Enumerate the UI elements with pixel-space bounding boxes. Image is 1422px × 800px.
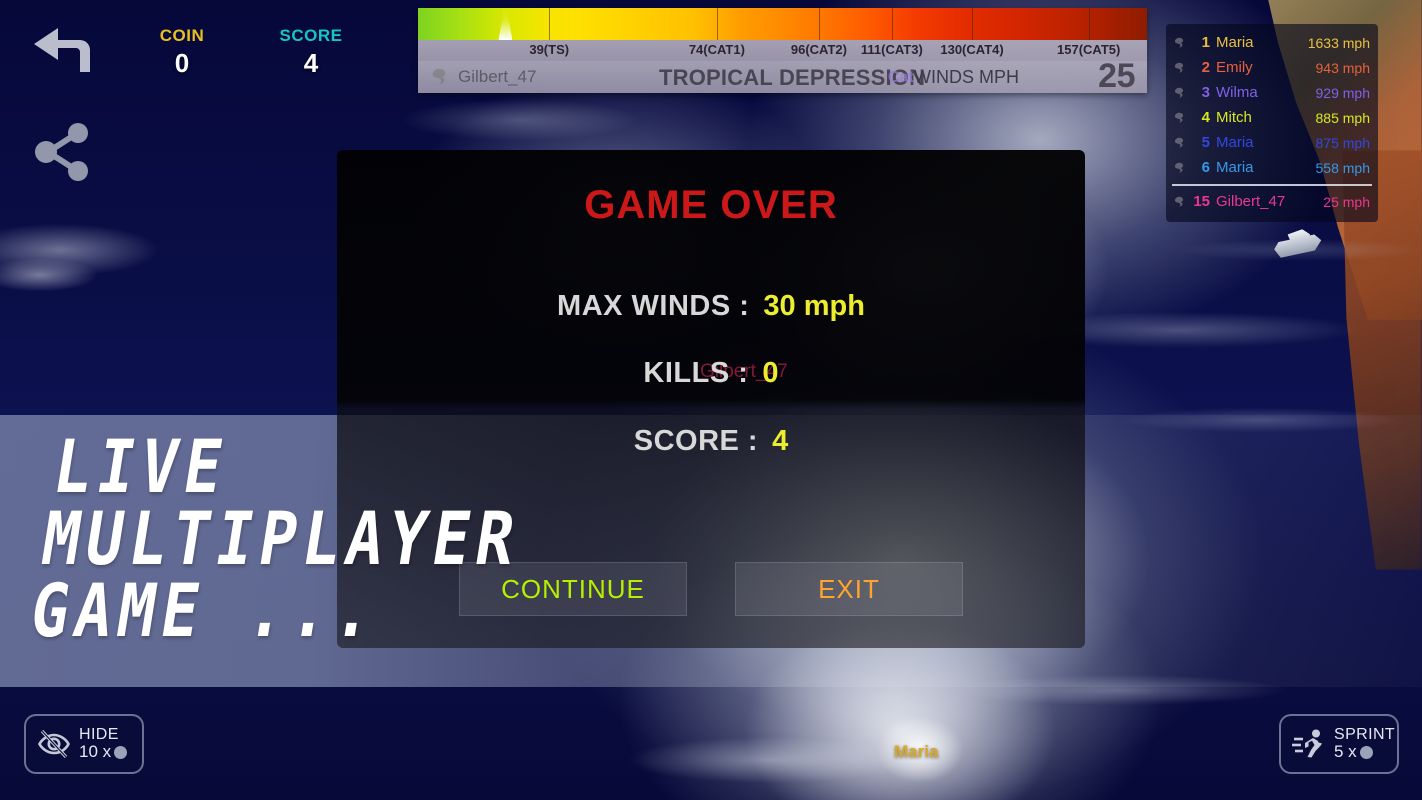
wind-scale-tick-label: 39(TS): [529, 42, 570, 57]
leaderboard-name: Emily: [1216, 59, 1253, 76]
exit-button[interactable]: EXIT: [735, 562, 963, 616]
storm-category-label: TROPICAL DEPRESSION: [659, 65, 926, 90]
wind-scale-tick: [1088, 8, 1090, 40]
leaderboard-name: Maria: [1216, 159, 1254, 176]
hide-ability-button[interactable]: HIDE 10 x: [24, 714, 144, 774]
saffir-simpson-gradient-bar: [418, 8, 1147, 40]
share-icon: [35, 123, 88, 181]
promo-line-3: GAME ...: [24, 567, 386, 654]
hide-label: HIDE: [79, 725, 119, 743]
max-winds-label: MAX WINDS :: [557, 290, 750, 322]
live-multiplayer-watermark: LIVE MULTIPLAYER GAME ...: [24, 423, 700, 654]
leaderboard-row: 5 Maria 875 mph: [1166, 130, 1378, 155]
wind-scale-tick: [549, 8, 551, 40]
leaderboard-rank: 3: [1201, 84, 1210, 101]
leaderboard-value: 943 mph: [1315, 59, 1370, 76]
leaderboard-rank: 4: [1201, 109, 1210, 126]
leaderboard-value: 929 mph: [1315, 84, 1370, 101]
storm-info-row: Gilbert_47 TROPICAL DEPRESSION Cat WINDS…: [418, 57, 1147, 95]
leaderboard-player-row: 15 Gilbert_47 25 mph: [1166, 189, 1378, 214]
wind-scale-tick-label: 74(CAT1): [688, 42, 745, 57]
leaderboard-rank: 2: [1201, 59, 1210, 76]
kills-label: KILLS :: [643, 357, 749, 389]
score-label: SCORE: [279, 26, 343, 45]
leaderboard-row: 6 Maria 558 mph: [1166, 155, 1378, 180]
cyclone-icon: [432, 68, 446, 85]
running-person-icon: [1292, 729, 1322, 758]
sprint-count: 5 x: [1334, 742, 1357, 762]
current-wind-marker: [498, 8, 513, 40]
wind-scale-panel: 39(TS) 74(CAT1) 96(CAT2) 111(CAT3) 130(CAT4)…: [418, 8, 1147, 95]
max-winds-value: 30 mph: [763, 290, 865, 322]
leaderboard-row: 3 Wilma 929 mph: [1166, 80, 1378, 105]
eye-off-icon: [38, 729, 70, 759]
leaderboard-value: 558 mph: [1315, 159, 1370, 176]
wind-scale-tick-label: 111(CAT3): [860, 42, 923, 57]
back-button[interactable]: [24, 22, 104, 78]
promo-line-2: MULTIPLAYER: [36, 495, 527, 582]
world-storm-label: Maria: [894, 742, 939, 761]
coin-label: COIN: [159, 26, 205, 45]
leaderboard-row: 2 Emily 943 mph: [1166, 55, 1378, 80]
sprint-ability-button[interactable]: SPRINT 5 x: [1279, 714, 1399, 774]
max-winds-row: MAX WINDS : 30 mph: [337, 290, 1085, 323]
back-arrow-icon: [34, 28, 90, 72]
cyclone-icon: [1174, 87, 1184, 98]
kills-row: KILLS : 0: [337, 357, 1085, 390]
leaderboard-name: Gilbert_47: [1216, 193, 1286, 210]
sprint-cost-dot-icon: [1359, 745, 1373, 759]
leaderboard-row: 1 Maria 1633 mph: [1166, 30, 1378, 55]
wind-scale-tick: [891, 8, 893, 40]
coin-counter: COIN 0: [122, 26, 242, 79]
wind-scale-tick: [818, 8, 820, 40]
wind-scale-tick-label: 157(CAT5): [1057, 42, 1121, 57]
score-counter: SCORE 4: [251, 26, 371, 79]
hide-count: 10 x: [79, 742, 112, 762]
kills-value: 0: [762, 357, 779, 389]
cyclone-icon: [1174, 196, 1184, 207]
leaderboard-value: 875 mph: [1315, 134, 1370, 151]
leaderboard-name: Maria: [1216, 34, 1254, 51]
cyclone-icon: [1174, 37, 1184, 48]
cyclone-icon: [1174, 112, 1184, 123]
hide-cost-dot-icon: [114, 745, 128, 759]
sprint-label: SPRINT: [1334, 725, 1396, 743]
leaderboard-rank: 1: [1201, 34, 1210, 51]
leaderboard-panel: 1 Maria 1633 mph 2 Emily 943 mph 3 Wilma 929 mph…: [1166, 24, 1378, 222]
wind-scale-tick-labels: 39(TS) 74(CAT1) 96(CAT2) 111(CAT3) 130(CAT4)…: [418, 40, 1147, 61]
score-row-value: 4: [772, 425, 789, 457]
storm-name: Gilbert_47: [458, 67, 537, 86]
leaderboard-name: Mitch: [1216, 109, 1252, 126]
promo-line-1: LIVE: [47, 423, 235, 510]
leaderboard-divider: [1172, 184, 1372, 186]
leaderboard-value: 1633 mph: [1307, 34, 1370, 51]
wind-scale-tick: [716, 8, 718, 40]
leaderboard-value: 25 mph: [1323, 193, 1370, 210]
cyclone-icon: [1174, 162, 1184, 173]
coin-value: 0: [174, 48, 190, 78]
game-screen: COIN 0 SCORE 4 39(TS) 74(CAT1) 96(CAT2) 111…: [0, 0, 1422, 800]
leaderboard-rank: 5: [1201, 134, 1210, 151]
leaderboard-name: Maria: [1216, 134, 1254, 151]
share-button[interactable]: [28, 116, 96, 188]
current-winds-value: 25: [1098, 57, 1135, 95]
score-value: 4: [303, 48, 319, 78]
leaderboard-rank: 6: [1201, 159, 1210, 176]
wind-scale-tick-label: 96(CAT2): [790, 42, 847, 57]
game-over-title: GAME OVER: [584, 183, 838, 227]
wind-scale-tick: [972, 8, 974, 40]
winds-unit-label: WINDS MPH: [914, 67, 1019, 87]
wind-scale-tick-label: 130(CAT4): [940, 42, 1004, 57]
leaderboard-row: 4 Mitch 885 mph: [1166, 105, 1378, 130]
category-watermark-text: Cat: [888, 69, 914, 86]
leaderboard-name: Wilma: [1216, 84, 1258, 101]
cyclone-icon: [1174, 62, 1184, 73]
leaderboard-rank: 15: [1193, 193, 1210, 210]
cyclone-icon: [1174, 137, 1184, 148]
leaderboard-value: 885 mph: [1315, 109, 1370, 126]
